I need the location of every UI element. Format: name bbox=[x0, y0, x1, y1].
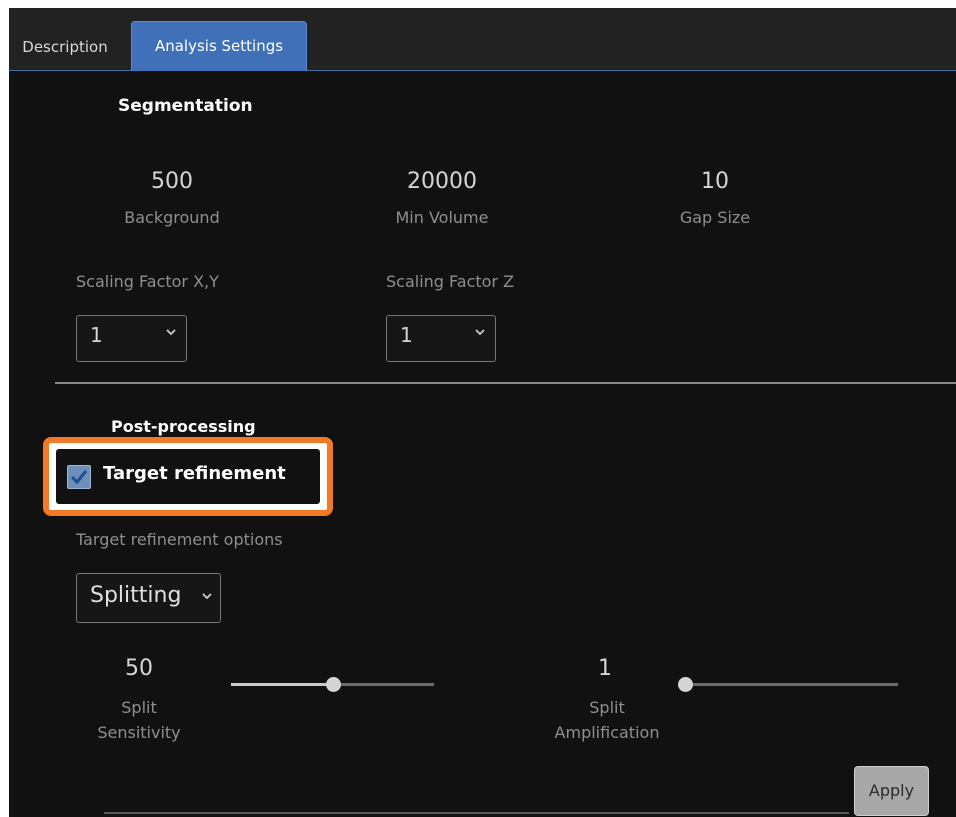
chevron-down-icon bbox=[202, 593, 212, 600]
gap-size-label: Gap Size bbox=[679, 208, 751, 227]
split-amplification-value: 1 bbox=[598, 656, 612, 681]
target-refinement-options-value: Splitting bbox=[90, 583, 182, 608]
min-volume-label: Min Volume bbox=[395, 208, 489, 227]
scaling-xy-label: Scaling Factor X,Y bbox=[76, 272, 219, 291]
section-divider bbox=[55, 382, 956, 384]
split-amplification-label: Split Amplification bbox=[554, 698, 660, 742]
min-volume-value: 20000 bbox=[407, 169, 477, 194]
target-refinement-row[interactable]: Target refinement bbox=[56, 449, 320, 504]
segmentation-title: Segmentation bbox=[118, 96, 253, 116]
scaling-xy-select[interactable]: 1 bbox=[76, 315, 187, 362]
target-refinement-options-select[interactable]: Splitting bbox=[76, 573, 221, 623]
tab-analysis-settings[interactable]: Analysis Settings bbox=[131, 21, 307, 71]
chevron-down-icon bbox=[475, 329, 485, 336]
background-value: 500 bbox=[151, 169, 193, 194]
scaling-z-label: Scaling Factor Z bbox=[386, 272, 515, 291]
target-refinement-options-label: Target refinement options bbox=[76, 530, 283, 549]
target-refinement-label: Target refinement bbox=[103, 463, 286, 484]
scaling-z-select[interactable]: 1 bbox=[386, 315, 496, 362]
split-sensitivity-slider[interactable] bbox=[231, 677, 434, 692]
split-sensitivity-value: 50 bbox=[125, 656, 153, 681]
split-sensitivity-fill bbox=[231, 683, 333, 686]
scaling-xy-value: 1 bbox=[90, 323, 103, 347]
checkmark-icon bbox=[70, 470, 88, 485]
scaling-z-value: 1 bbox=[400, 323, 413, 347]
tab-description[interactable]: Description bbox=[9, 28, 121, 68]
split-sensitivity-thumb[interactable] bbox=[326, 677, 341, 692]
chevron-down-icon bbox=[166, 329, 176, 336]
split-sensitivity-label: Split Sensitivity bbox=[97, 698, 181, 742]
tab-bar: Description Analysis Settings bbox=[9, 8, 956, 71]
bottom-divider bbox=[104, 812, 849, 814]
apply-button[interactable]: Apply bbox=[854, 766, 929, 816]
analysis-panel: Description Analysis Settings Segmentati… bbox=[9, 8, 956, 817]
gap-size-value: 10 bbox=[701, 169, 729, 194]
target-refinement-highlight: Target refinement bbox=[43, 437, 333, 516]
post-processing-title: Post-processing bbox=[111, 417, 256, 436]
background-label: Background bbox=[124, 208, 220, 227]
split-amplification-slider[interactable] bbox=[678, 677, 898, 692]
split-amplification-thumb[interactable] bbox=[678, 677, 693, 692]
target-refinement-checkbox[interactable] bbox=[67, 465, 91, 489]
